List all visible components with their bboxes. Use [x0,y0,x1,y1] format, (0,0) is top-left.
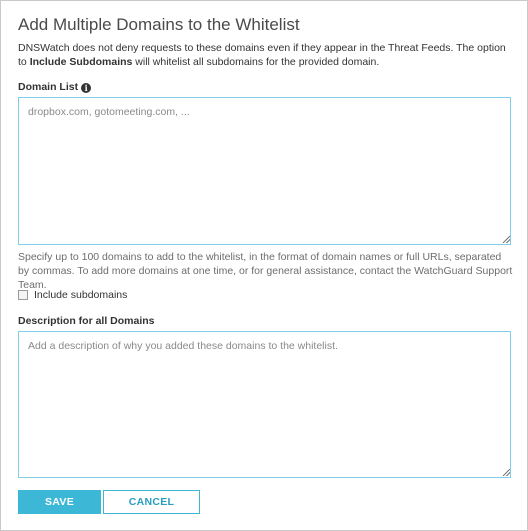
resize-grip-icon[interactable] [503,469,510,476]
domain-help-text: Specify up to 100 domains to add to the … [18,251,513,291]
description-input[interactable] [18,331,511,478]
include-subdomains-checkbox[interactable] [18,290,28,300]
info-icon[interactable]: i [81,83,92,93]
domain-list-input[interactable] [18,97,511,245]
intro-text-bold: Include Subdomains [29,56,133,68]
domain-list-label: Domain List i [18,81,92,93]
intro-text-part2: will whitelist all subdomains for the pr… [132,56,380,68]
domain-list-label-text: Domain List [18,81,79,93]
description-label: Description for all Domains [18,315,155,327]
intro-text: DNSWatch does not deny requests to these… [18,41,514,69]
dialog-title: Add Multiple Domains to the Whitelist [18,15,300,34]
add-domains-dialog: Add Multiple Domains to the Whitelist DN… [0,0,528,531]
cancel-button[interactable]: CANCEL [103,490,200,514]
resize-grip-icon[interactable] [503,236,510,243]
save-button[interactable]: SAVE [18,490,101,514]
include-subdomains-label: Include subdomains [34,289,128,301]
include-subdomains-row[interactable]: Include subdomains [18,289,127,301]
